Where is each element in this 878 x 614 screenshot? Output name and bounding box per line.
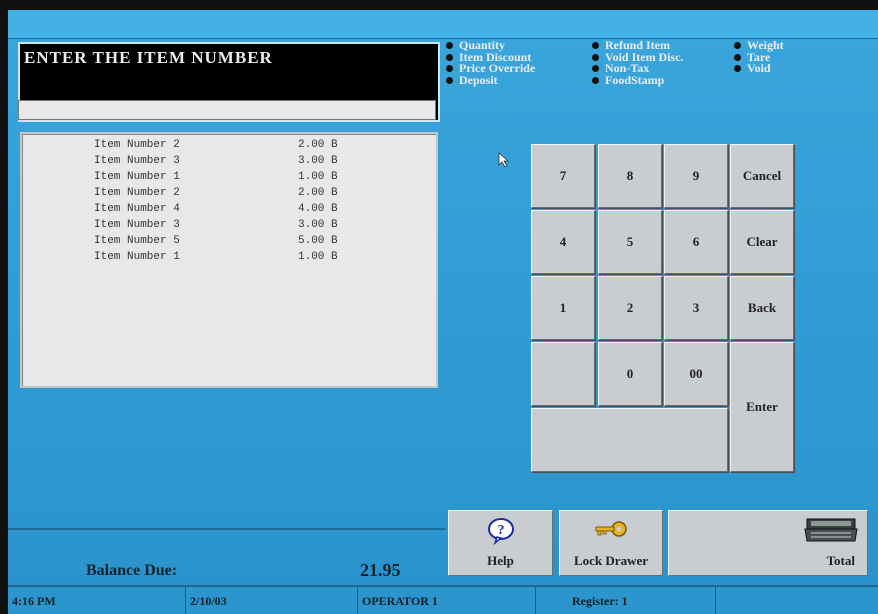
function-deposit[interactable]: Deposit bbox=[446, 72, 535, 87]
bullet-icon bbox=[734, 42, 741, 50]
item-price: 2.00 B bbox=[298, 187, 338, 199]
balance-due-label: Balance Due: bbox=[86, 562, 178, 579]
lock-drawer-button[interactable]: Lock Drawer bbox=[559, 510, 663, 576]
key-8[interactable]: 8 bbox=[598, 144, 662, 208]
status-date: 2/10/03 bbox=[185, 587, 357, 614]
bullet-icon bbox=[592, 76, 599, 84]
list-item[interactable]: Item Number 1 1.00 B bbox=[22, 249, 436, 265]
bullet-icon bbox=[592, 53, 599, 61]
list-item[interactable]: Item Number 2 2.00 B bbox=[22, 137, 436, 153]
help-label: Help bbox=[487, 553, 514, 568]
status-empty bbox=[715, 587, 878, 614]
function-label: FoodStamp bbox=[605, 72, 665, 87]
blank-key[interactable] bbox=[531, 342, 595, 406]
item-name: Item Number 1 bbox=[94, 171, 180, 183]
blank-wide-key[interactable] bbox=[531, 408, 728, 472]
divider bbox=[8, 528, 446, 530]
clear-button[interactable]: Clear bbox=[730, 210, 794, 274]
list-item[interactable]: Item Number 1 1.00 B bbox=[22, 169, 436, 185]
lock-drawer-label: Lock Drawer bbox=[573, 553, 648, 568]
list-item[interactable]: Item Number 3 3.00 B bbox=[22, 217, 436, 233]
item-price: 4.00 B bbox=[298, 203, 338, 215]
list-item[interactable]: Item Number 3 3.00 B bbox=[22, 153, 436, 169]
help-icon: ? bbox=[487, 518, 514, 545]
bullet-icon bbox=[734, 65, 741, 73]
balance-due-value: 21.95 bbox=[360, 560, 401, 580]
function-legend-col2: Refund Item Void Item Disc. Non-Tax Food… bbox=[592, 39, 684, 87]
pos-screen: ENTER THE ITEM NUMBER Quantity Item Disc… bbox=[8, 10, 878, 614]
function-legend-col1: Quantity Item Discount Price Override De… bbox=[446, 39, 535, 87]
function-label: Deposit bbox=[459, 72, 498, 87]
key-1[interactable]: 1 bbox=[531, 276, 595, 340]
function-label: Void bbox=[747, 61, 771, 75]
list-item[interactable]: Item Number 5 5.00 B bbox=[22, 233, 436, 249]
function-foodstamp[interactable]: FoodStamp bbox=[592, 72, 684, 87]
item-name: Item Number 4 bbox=[94, 203, 180, 215]
item-name: Item Number 5 bbox=[94, 235, 180, 247]
item-name: Item Number 1 bbox=[94, 251, 180, 263]
item-price: 5.00 B bbox=[298, 235, 338, 247]
enter-button[interactable]: Enter bbox=[730, 342, 794, 472]
prompt-title: ENTER THE ITEM NUMBER bbox=[24, 48, 273, 67]
status-time: 4:16 PM bbox=[12, 594, 56, 608]
bullet-icon bbox=[446, 42, 453, 50]
key-00[interactable]: 00 bbox=[664, 342, 728, 406]
item-name: Item Number 3 bbox=[94, 155, 180, 167]
item-list[interactable]: Item Number 2 2.00 B Item Number 3 3.00 B … bbox=[20, 132, 438, 388]
function-legend-col3: Weight Tare Void bbox=[734, 39, 784, 75]
item-number-input[interactable] bbox=[18, 100, 436, 120]
cash-register-icon bbox=[804, 518, 858, 542]
item-price: 1.00 B bbox=[298, 171, 338, 183]
status-operator: OPERATOR 1 bbox=[357, 587, 535, 614]
status-register: Register: 1 bbox=[535, 587, 715, 614]
item-price: 1.00 B bbox=[298, 251, 338, 263]
bullet-icon bbox=[592, 42, 599, 50]
key-4[interactable]: 4 bbox=[531, 210, 595, 274]
item-name: Item Number 2 bbox=[94, 187, 180, 199]
mouse-cursor-icon bbox=[498, 152, 510, 168]
key-9[interactable]: 9 bbox=[664, 144, 728, 208]
key-2[interactable]: 2 bbox=[598, 276, 662, 340]
total-button[interactable]: Total bbox=[668, 510, 868, 576]
item-price: 2.00 B bbox=[298, 139, 338, 151]
list-item[interactable]: Item Number 2 2.00 B bbox=[22, 185, 436, 201]
bullet-icon bbox=[446, 53, 453, 61]
item-name: Item Number 3 bbox=[94, 219, 180, 231]
key-6[interactable]: 6 bbox=[664, 210, 728, 274]
bullet-icon bbox=[734, 53, 741, 61]
item-price: 3.00 B bbox=[298, 219, 338, 231]
item-price: 3.00 B bbox=[298, 155, 338, 167]
total-label: Total bbox=[826, 553, 855, 568]
key-icon bbox=[595, 521, 627, 537]
bullet-icon bbox=[592, 65, 599, 73]
status-bar: 4:16 PM 2/10/03 OPERATOR 1 Register: 1 bbox=[8, 585, 878, 614]
bullet-icon bbox=[446, 76, 453, 84]
item-name: Item Number 2 bbox=[94, 139, 180, 151]
key-3[interactable]: 3 bbox=[664, 276, 728, 340]
back-button[interactable]: Back bbox=[730, 276, 794, 340]
help-button[interactable]: ? Help bbox=[448, 510, 553, 576]
key-0[interactable]: 0 bbox=[598, 342, 662, 406]
key-5[interactable]: 5 bbox=[598, 210, 662, 274]
top-strip bbox=[8, 10, 878, 39]
function-void[interactable]: Void bbox=[734, 61, 784, 75]
list-item[interactable]: Item Number 4 4.00 B bbox=[22, 201, 436, 217]
cancel-button[interactable]: Cancel bbox=[730, 144, 794, 208]
bullet-icon bbox=[446, 65, 453, 73]
key-7[interactable]: 7 bbox=[531, 144, 595, 208]
svg-text:?: ? bbox=[497, 523, 504, 538]
